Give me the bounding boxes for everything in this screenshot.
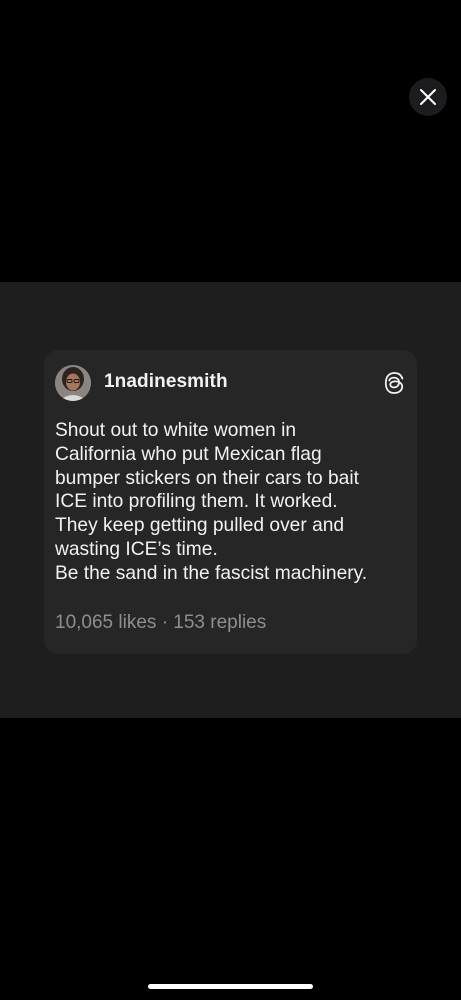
post-line: California who put Mexican flag <box>55 443 322 465</box>
close-icon <box>420 89 436 105</box>
replies-count: 153 replies <box>173 612 267 633</box>
home-indicator[interactable] <box>148 984 313 989</box>
likes-count: 10,065 likes <box>55 612 157 633</box>
avatar <box>55 365 91 401</box>
image-viewer: 1nadinesmith Shout out to white women in… <box>0 0 461 1000</box>
post-line: bumper stickers on their cars to bait <box>55 467 359 489</box>
post-stats: 10,065 likes · 153 replies <box>55 612 266 634</box>
screenshot-image[interactable]: 1nadinesmith Shout out to white women in… <box>0 282 461 718</box>
post-line: They keep getting pulled over and <box>55 515 345 537</box>
threads-icon <box>384 372 404 394</box>
post-line: ICE into profiling them. It worked. <box>55 491 338 513</box>
post-text: Shout out to white women in California w… <box>55 419 410 586</box>
threads-post-card: 1nadinesmith Shout out to white women in… <box>44 350 417 654</box>
post-line: Shout out to white women in <box>55 420 297 441</box>
post-line: wasting ICE’s time. <box>55 538 218 560</box>
username: 1nadinesmith <box>104 371 228 392</box>
post-line: Be the sand in the fascist machinery. <box>55 562 368 584</box>
stats-separator: · <box>161 612 169 633</box>
close-button[interactable] <box>409 78 447 116</box>
